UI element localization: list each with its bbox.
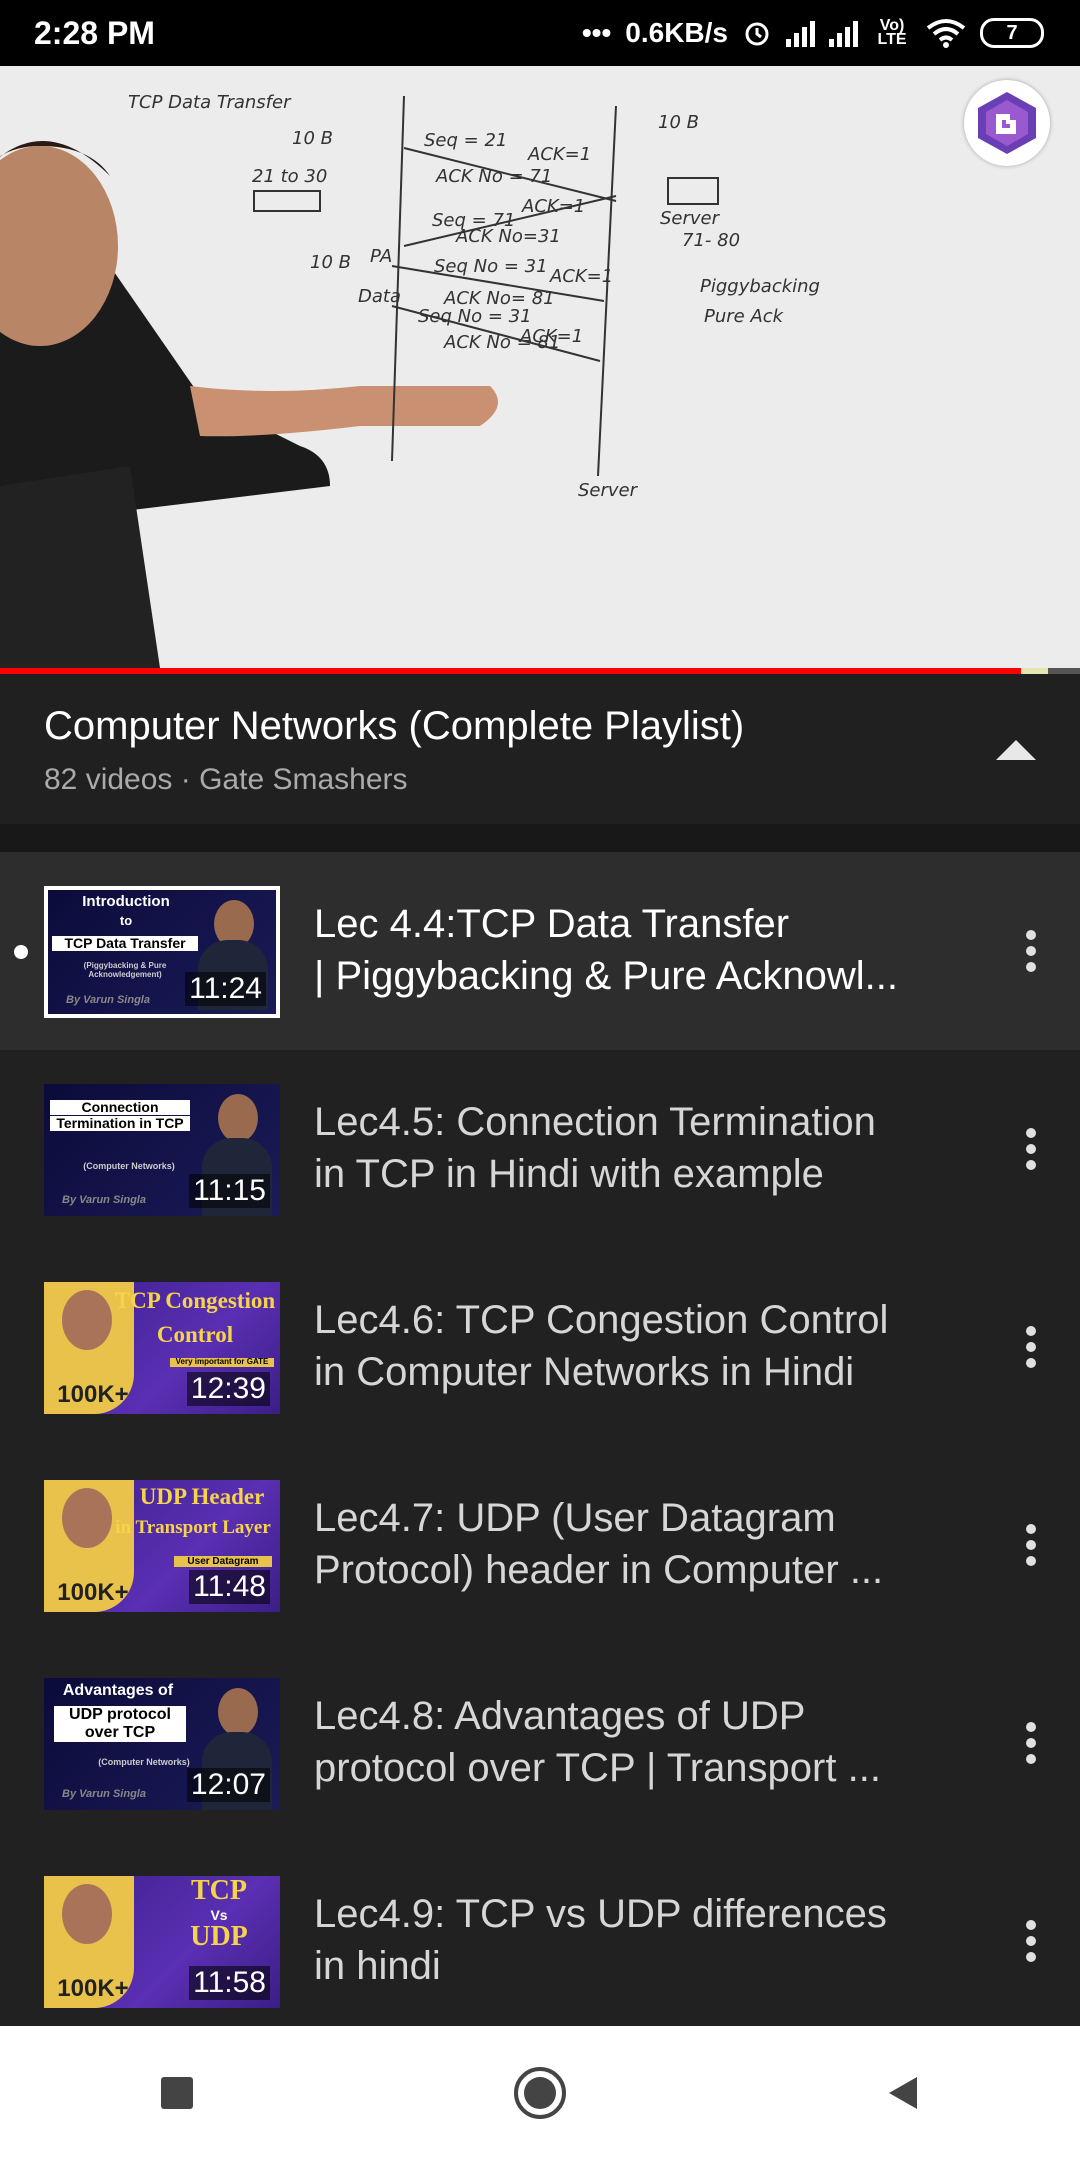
alarm-icon [745,22,769,46]
more-vert-icon[interactable] [1026,1722,1040,1766]
playlist-title: Computer Networks (Complete Playlist) [44,704,745,748]
svg-text:10 B: 10 B [310,252,351,273]
video-thumbnail[interactable]: Advantages of UDP protocol over TCP (Com… [44,1678,280,1810]
svg-text:ACK=1: ACK=1 [527,144,591,165]
svg-text:71- 80: 71- 80 [682,230,740,251]
video-thumbnail[interactable]: Connection Termination in TCP (Computer … [44,1084,280,1216]
video-frame: TCP Data Transfer 10 B 21 to 30 10 B Ser… [0,66,1080,668]
playlist-item[interactable]: TCP Congestion Control Very important fo… [0,1248,1080,1446]
video-title[interactable]: Lec 4.4:TCP Data Transfer | Piggybacking… [314,898,954,1002]
playlist-item[interactable]: Advantages of UDP protocol over TCP (Com… [0,1644,1080,1842]
video-duration: 12:07 [186,1768,270,1802]
svg-text:ACK=1: ACK=1 [521,196,585,217]
svg-text:ACK No = 71: ACK No = 71 [435,166,552,187]
video-duration: 11:58 [189,1966,270,2000]
video-thumbnail[interactable]: TCP Vs UDP 100K+ 11:58 [44,1876,280,2008]
video-duration: 11:24 [185,972,266,1006]
svg-text:ACK=1: ACK=1 [549,266,613,287]
more-vert-icon[interactable] [1026,1920,1040,1964]
navigation-bar [0,2026,1080,2160]
now-playing-indicator [14,945,28,959]
status-icons: ••• 0.6KB/s Vo) LTE 7 [582,17,1044,49]
more-vert-icon[interactable] [1026,1326,1040,1370]
svg-text:10 B: 10 B [658,112,699,133]
channel-logo[interactable] [964,80,1050,166]
more-vert-icon[interactable] [1026,930,1040,974]
video-title[interactable]: Lec4.7: UDP (User Datagram Protocol) hea… [314,1492,954,1596]
chevron-up-icon[interactable] [996,738,1036,762]
svg-text:Seq No = 31: Seq No = 31 [434,256,548,277]
notification-dots-icon: ••• [581,17,612,48]
video-title[interactable]: Lec4.6: TCP Congestion Control in Comput… [314,1294,954,1398]
more-vert-icon[interactable] [1026,1524,1040,1568]
svg-text:Seq No = 31: Seq No = 31 [418,306,532,327]
signal-2-icon [829,19,858,47]
wifi-icon [926,19,966,48]
playlist-list: Introduction to TCP Data Transfer (Piggy… [0,852,1080,2026]
board-title: TCP Data Transfer [128,92,292,113]
playlist-item[interactable]: TCP Vs UDP 100K+ 11:58 Lec4.9: TCP vs UD… [0,1842,1080,2040]
svg-text:ACK No = 81: ACK No = 81 [443,332,560,353]
svg-text:Piggybacking: Piggybacking [700,276,820,297]
network-label: Vo) LTE [877,17,907,48]
video-thumbnail[interactable]: UDP Header in Transport Layer User Datag… [44,1480,280,1612]
signal-1-icon [786,19,815,47]
more-vert-icon[interactable] [1026,1128,1040,1172]
status-time: 2:28 PM [34,14,155,51]
svg-text:Server: Server [660,208,721,229]
video-duration: 11:48 [189,1570,270,1604]
video-thumbnail[interactable]: Introduction to TCP Data Transfer (Piggy… [44,886,280,1018]
video-duration: 11:15 [189,1174,270,1208]
back-icon[interactable] [883,2073,923,2113]
svg-text:Data: Data [358,286,401,307]
playlist-item-current[interactable]: Introduction to TCP Data Transfer (Piggy… [0,852,1080,1050]
video-title[interactable]: Lec4.5: Connection Termination in TCP in… [314,1096,954,1200]
playlist-subtitle: 82 videos · Gate Smashers [44,763,408,796]
svg-text:ACK No=31: ACK No=31 [455,226,561,247]
video-title[interactable]: Lec4.9: TCP vs UDP differences in hindi [314,1888,954,1992]
svg-text:Pure Ack: Pure Ack [704,306,785,327]
playlist-header[interactable]: Computer Networks (Complete Playlist) 82… [0,674,1080,824]
home-icon[interactable] [512,2065,568,2121]
recent-apps-icon[interactable] [157,2073,197,2113]
battery-icon: 7 [980,18,1044,48]
svg-text:PA: PA [370,246,392,267]
status-bar: 2:28 PM ••• 0.6KB/s Vo) LTE 7 [0,0,1080,66]
svg-text:10 B: 10 B [292,128,333,149]
playlist-item[interactable]: UDP Header in Transport Layer User Datag… [0,1446,1080,1644]
svg-text:21 to 30: 21 to 30 [252,166,327,187]
svg-text:Seq = 21: Seq = 21 [424,130,507,151]
video-player[interactable]: TCP Data Transfer 10 B 21 to 30 10 B Ser… [0,66,1080,674]
video-duration: 12:39 [186,1372,270,1406]
playlist-item[interactable]: Connection Termination in TCP (Computer … [0,1050,1080,1248]
net-speed: 0.6KB/s [625,17,728,48]
video-thumbnail[interactable]: TCP Congestion Control Very important fo… [44,1282,280,1414]
video-title[interactable]: Lec4.8: Advantages of UDP protocol over … [314,1690,954,1794]
svg-text:Server: Server [578,480,639,501]
gate-smashers-logo-icon [978,92,1036,154]
